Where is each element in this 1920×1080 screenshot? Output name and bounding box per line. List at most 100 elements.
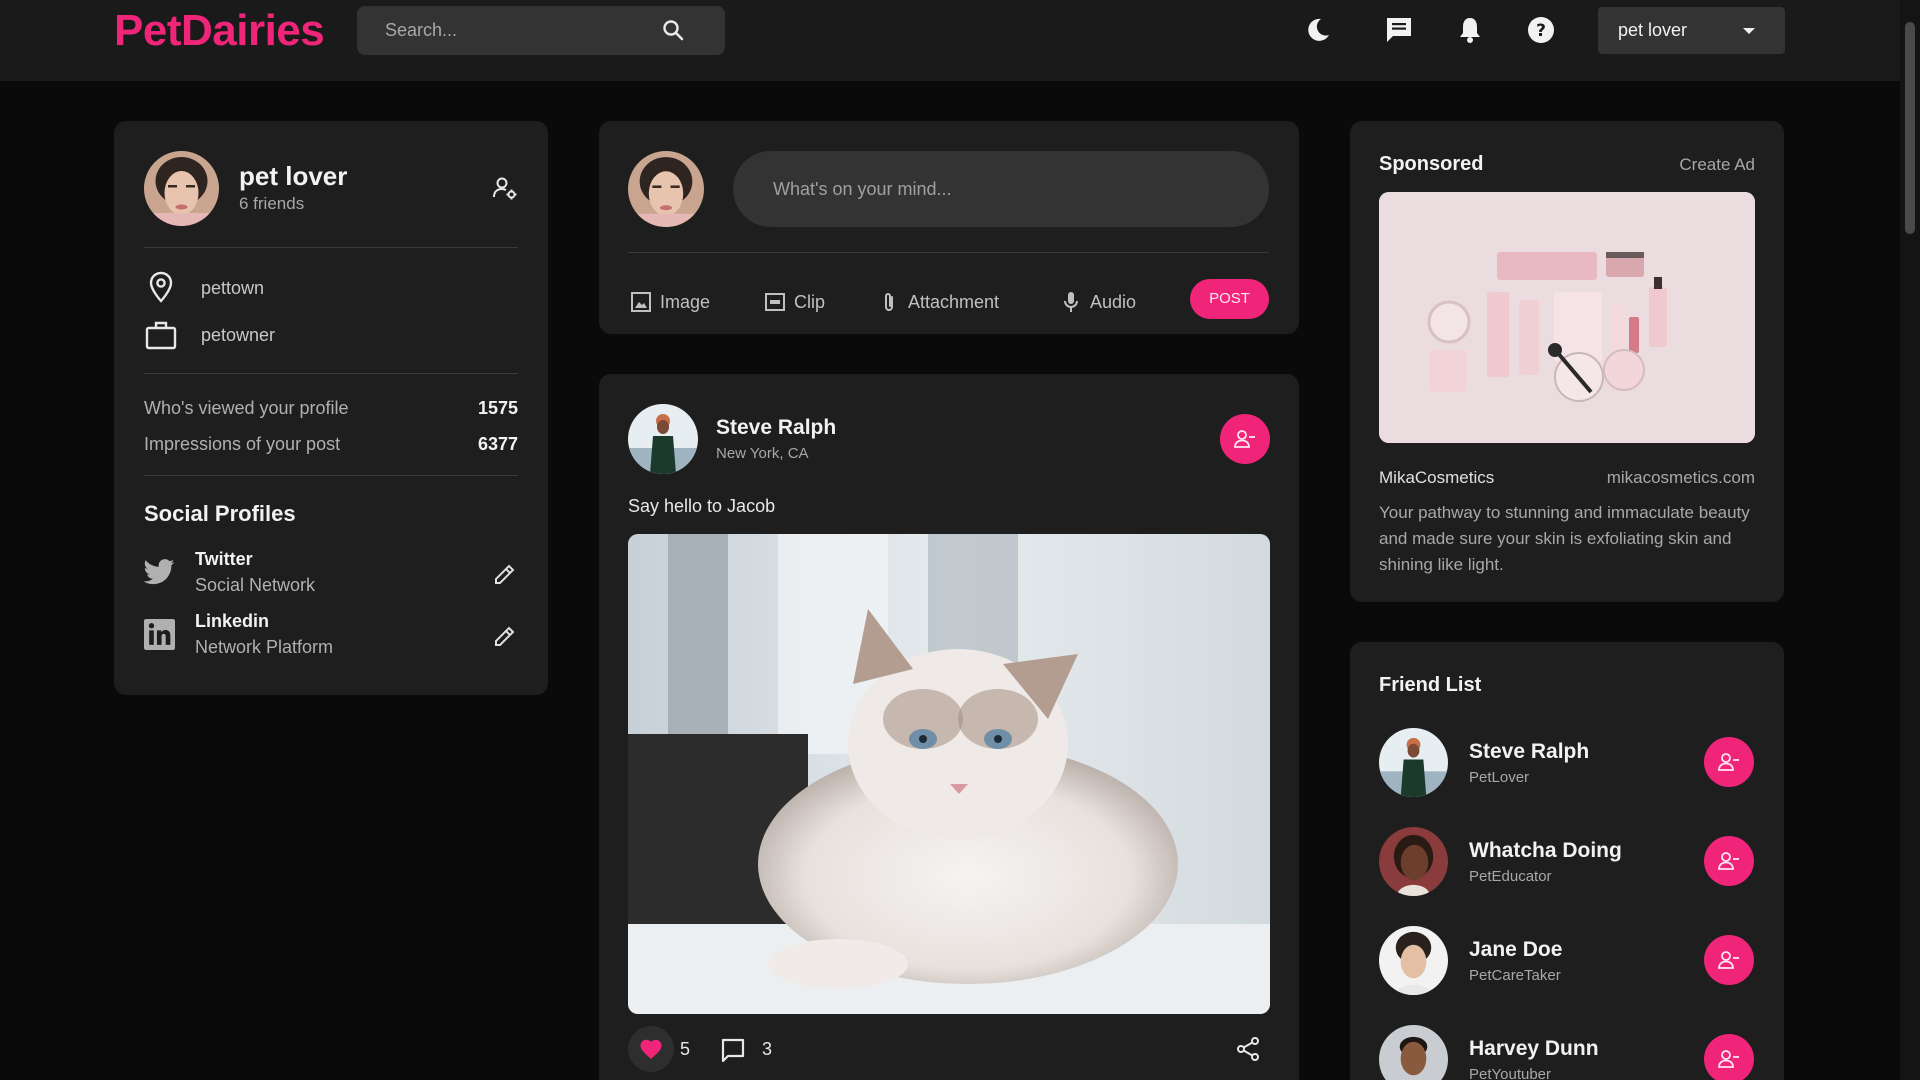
ad-image[interactable] <box>1379 192 1755 443</box>
divider <box>628 252 1269 253</box>
sponsored-card: Sponsored Create Ad MikaCosmetics mikaco… <box>1350 121 1784 602</box>
sponsored-title: Sponsored <box>1379 153 1484 175</box>
person-remove-icon <box>1718 951 1739 969</box>
page-scrollbar[interactable] <box>1900 0 1920 1080</box>
avatar[interactable] <box>1379 728 1448 797</box>
profile-occupation: petowner <box>201 325 276 345</box>
avatar[interactable] <box>628 151 704 227</box>
post-composer: Image Clip Attachment Audio POST <box>599 121 1299 334</box>
avatar[interactable] <box>1379 926 1448 995</box>
comment-count: 3 <box>762 1039 773 1059</box>
ad-description: Your pathway to stunning and immaculate … <box>1379 503 1750 574</box>
user-menu-select[interactable]: pet lover <box>1598 7 1785 54</box>
person-remove-icon <box>1234 430 1255 448</box>
post-author-name[interactable]: Steve Ralph <box>716 416 836 440</box>
composer-attachment-label: Attachment <box>908 291 1000 312</box>
divider <box>144 475 518 476</box>
location-pin-icon <box>149 271 173 303</box>
stat-label-profile-views: Who's viewed your profile <box>144 398 349 418</box>
divider <box>144 373 518 374</box>
composer-clip-label: Clip <box>794 291 826 312</box>
composer-image-button[interactable]: Image <box>630 287 710 317</box>
heart-icon <box>640 1039 662 1059</box>
edit-linkedin-icon[interactable] <box>493 624 517 648</box>
create-ad-link[interactable]: Create Ad <box>1679 155 1755 175</box>
remove-friend-button[interactable] <box>1704 1034 1754 1080</box>
profile-friends-count: 6 friends <box>239 194 305 213</box>
remove-friend-button[interactable] <box>1220 414 1270 464</box>
social-profiles-title: Social Profiles <box>144 501 296 526</box>
moon-icon[interactable] <box>1302 14 1334 46</box>
image-icon <box>631 292 651 312</box>
user-menu-label: pet lover <box>1618 20 1688 40</box>
friend-name[interactable]: Steve Ralph <box>1469 740 1589 764</box>
search-icon[interactable] <box>661 18 685 42</box>
post-text: Say hello to Jacob <box>628 496 776 516</box>
share-icon[interactable] <box>1236 1036 1260 1062</box>
stat-value-impressions: 6377 <box>477 434 518 454</box>
gif-icon <box>765 293 785 311</box>
microphone-icon <box>1064 292 1078 312</box>
composer-audio-button[interactable]: Audio <box>1060 287 1136 317</box>
chat-icon[interactable] <box>1383 14 1415 46</box>
divider <box>144 247 518 248</box>
ad-brand-name[interactable]: MikaCosmetics <box>1379 468 1494 488</box>
avatar[interactable] <box>628 404 698 474</box>
paperclip-icon <box>885 293 893 311</box>
person-remove-icon <box>1718 753 1739 771</box>
comment-icon[interactable] <box>720 1037 746 1063</box>
ad-url[interactable]: mikacosmetics.com <box>1607 468 1755 488</box>
social-linkedin-name[interactable]: Linkedin <box>195 611 269 632</box>
composer-audio-label: Audio <box>1090 291 1137 312</box>
edit-twitter-icon[interactable] <box>493 562 517 586</box>
person-remove-icon <box>1718 1050 1739 1068</box>
manage-account-icon[interactable] <box>492 175 518 201</box>
friend-role: PetEducator <box>1469 868 1552 885</box>
post-image[interactable] <box>628 534 1270 1014</box>
like-button[interactable] <box>628 1026 674 1072</box>
feed-post: Steve Ralph New York, CA Say hello to Ja… <box>599 374 1299 1080</box>
composer-clip-button[interactable]: Clip <box>764 287 825 317</box>
remove-friend-button[interactable] <box>1704 737 1754 787</box>
social-twitter-sub: Social Network <box>195 575 316 595</box>
friend-role: PetCareTaker <box>1469 967 1561 984</box>
profile-name[interactable]: pet lover <box>239 161 347 192</box>
top-navbar: PetDairies ? pet lover <box>0 0 1900 81</box>
app-logo[interactable]: PetDairies <box>114 6 325 56</box>
composer-input-wrapper[interactable] <box>733 151 1269 227</box>
friend-list-card: Friend List Steve Ralph PetLover Whatcha… <box>1350 642 1784 1080</box>
composer-image-label: Image <box>660 291 711 312</box>
friend-role: PetLover <box>1469 769 1530 786</box>
profile-location: pettown <box>201 278 265 298</box>
social-twitter-name[interactable]: Twitter <box>195 549 253 570</box>
like-count: 5 <box>680 1039 691 1059</box>
composer-attachment-button[interactable]: Attachment <box>878 287 999 317</box>
search-box[interactable] <box>357 6 725 55</box>
linkedin-icon <box>144 619 175 650</box>
twitter-icon <box>144 559 175 585</box>
friend-name[interactable]: Harvey Dunn <box>1469 1037 1599 1061</box>
avatar[interactable] <box>144 151 219 226</box>
svg-text:?: ? <box>1536 21 1546 41</box>
social-linkedin-sub: Network Platform <box>195 637 334 657</box>
scrollbar-thumb[interactable] <box>1905 22 1915 234</box>
person-remove-icon <box>1718 852 1739 870</box>
avatar[interactable] <box>1379 1025 1448 1080</box>
bell-icon[interactable] <box>1454 14 1486 46</box>
chevron-down-icon <box>1743 28 1755 34</box>
profile-card: pet lover 6 friends pettown petowner Who… <box>114 121 548 695</box>
stat-label-impressions: Impressions of your post <box>144 434 341 454</box>
remove-friend-button[interactable] <box>1704 836 1754 886</box>
friend-list-title: Friend List <box>1379 674 1482 696</box>
stat-value-profile-views: 1575 <box>477 398 518 418</box>
briefcase-icon <box>145 321 177 350</box>
avatar[interactable] <box>1379 827 1448 896</box>
search-input[interactable] <box>385 6 675 55</box>
help-icon[interactable]: ? <box>1525 14 1557 46</box>
post-author-location: New York, CA <box>716 445 809 462</box>
post-button[interactable]: POST <box>1190 279 1269 319</box>
friend-name[interactable]: Jane Doe <box>1469 938 1562 962</box>
friend-name[interactable]: Whatcha Doing <box>1469 839 1622 863</box>
composer-input[interactable] <box>773 151 1253 227</box>
remove-friend-button[interactable] <box>1704 935 1754 985</box>
